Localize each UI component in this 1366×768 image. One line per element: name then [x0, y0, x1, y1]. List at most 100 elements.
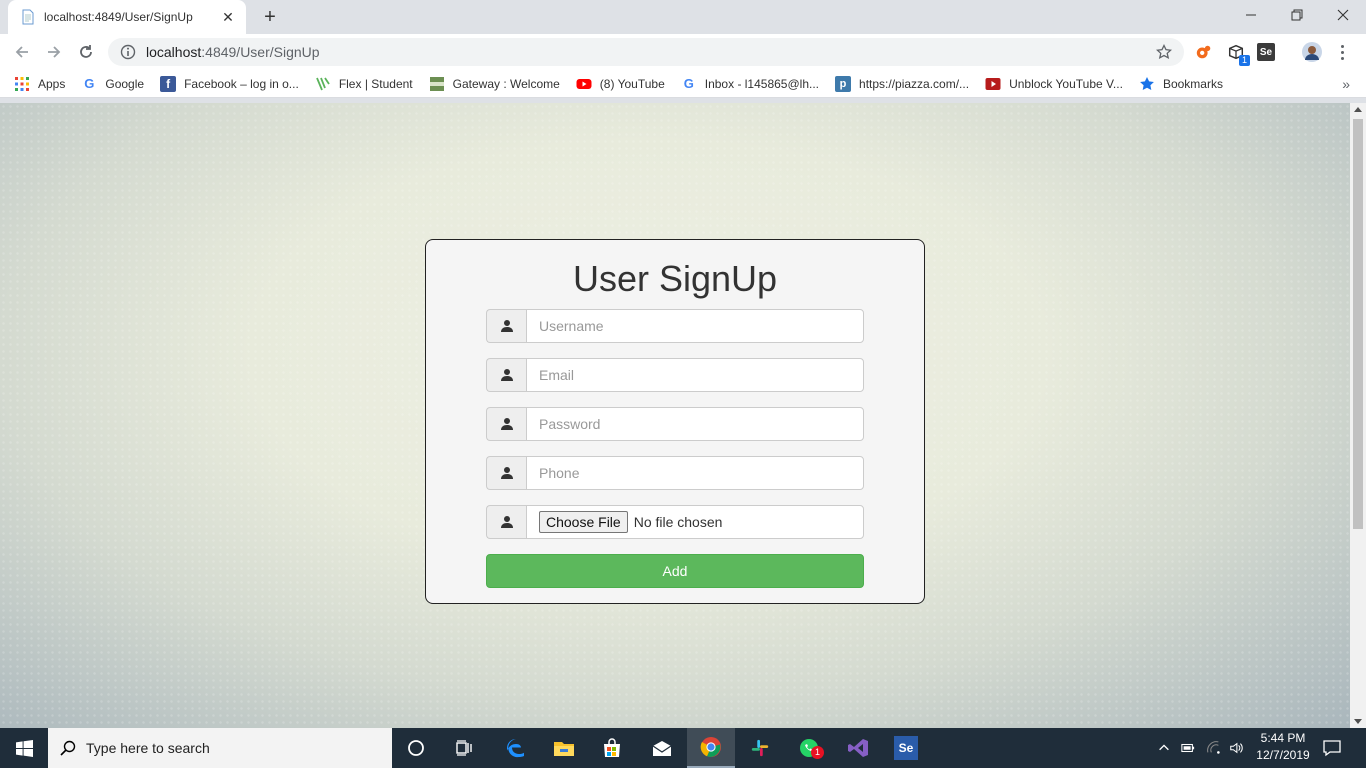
mail-icon[interactable] — [638, 728, 686, 768]
bookmark-apps[interactable]: Apps — [14, 72, 65, 96]
browser-toolbar: localhost:4849/User/SignUp 1 Se — [0, 34, 1366, 70]
google-icon: G — [84, 76, 95, 91]
selenium-extension-icon[interactable]: Se — [1256, 42, 1276, 62]
user-icon — [486, 456, 526, 490]
password-input[interactable] — [526, 407, 864, 441]
volume-icon[interactable] — [1228, 740, 1244, 756]
extension-badge: 1 — [1238, 55, 1250, 66]
more-bookmarks-icon[interactable]: » — [1342, 76, 1350, 92]
scroll-up-icon[interactable] — [1354, 107, 1362, 112]
password-group — [486, 407, 864, 441]
bookmark-label: Flex | Student — [338, 76, 413, 91]
bookmark-google[interactable]: G Google — [81, 72, 144, 96]
add-button[interactable]: Add — [486, 554, 864, 588]
search-placeholder: Type here to search — [86, 740, 210, 756]
selenium-label: Se — [1257, 43, 1275, 61]
selenium-ide-icon[interactable]: Se — [882, 728, 930, 768]
choose-file-button[interactable]: Choose File — [539, 511, 628, 533]
username-input[interactable] — [526, 309, 864, 343]
star-icon — [1140, 76, 1154, 90]
page-scrollbar[interactable] — [1350, 103, 1366, 728]
url-path: :4849/User/SignUp — [201, 44, 320, 60]
chrome-taskbar-icon[interactable] — [687, 728, 735, 768]
chrome-menu-icon[interactable] — [1334, 42, 1350, 62]
bookmark-facebook[interactable]: f Facebook – log in o... — [160, 72, 299, 96]
user-icon — [486, 505, 526, 539]
bookmarks-folder[interactable]: Bookmarks — [1139, 72, 1223, 96]
username-group — [486, 309, 864, 343]
bookmark-flex[interactable]: Flex | Student — [315, 72, 413, 96]
new-tab-icon[interactable]: + — [258, 5, 282, 29]
email-input[interactable] — [526, 358, 864, 392]
wifi-icon[interactable] — [1206, 740, 1222, 756]
slack-icon[interactable] — [736, 728, 784, 768]
cortana-icon[interactable] — [392, 728, 440, 768]
windows-start-icon[interactable] — [0, 728, 48, 768]
extension-orange-icon[interactable] — [1194, 42, 1214, 62]
scroll-down-icon[interactable] — [1354, 719, 1362, 724]
address-bar[interactable]: localhost:4849/User/SignUp — [108, 38, 1184, 66]
bookmark-gateway[interactable]: Gateway : Welcome — [429, 72, 560, 96]
notification-center-icon[interactable] — [1322, 738, 1342, 758]
tab-title: localhost:4849/User/SignUp — [44, 10, 193, 24]
user-icon — [486, 309, 526, 343]
page-icon — [22, 9, 34, 25]
bookmark-youtube[interactable]: (8) YouTube — [576, 72, 665, 96]
phone-group — [486, 456, 864, 490]
minimize-icon[interactable] — [1228, 0, 1274, 30]
profile-avatar-icon[interactable] — [1302, 42, 1322, 62]
whatsapp-icon[interactable]: 1 — [785, 728, 833, 768]
bookmark-label: Google — [105, 76, 145, 91]
bookmarks-bar: Apps G Google f Facebook – log in o... F… — [0, 70, 1366, 98]
whatsapp-badge: 1 — [811, 746, 824, 759]
edge-icon[interactable] — [492, 728, 540, 768]
selenium-label: Se — [894, 736, 918, 760]
taskbar-clock[interactable]: 5:44 PM 12/7/2019 — [1250, 730, 1316, 766]
scroll-thumb[interactable] — [1353, 119, 1363, 529]
piazza-icon: p — [835, 75, 852, 92]
user-icon — [486, 358, 526, 392]
back-icon[interactable] — [10, 40, 34, 64]
google-icon: G — [683, 76, 694, 91]
extension-box-icon[interactable]: 1 — [1226, 42, 1250, 66]
bookmark-label: https://piazza.com/... — [859, 76, 970, 91]
task-view-icon[interactable] — [440, 728, 488, 768]
phone-input[interactable] — [526, 456, 864, 490]
browser-tab[interactable]: localhost:4849/User/SignUp ✕ — [8, 0, 246, 34]
youtube-icon — [576, 78, 592, 89]
tray-chevron-up-icon[interactable] — [1156, 740, 1172, 756]
bookmark-label: Facebook – log in o... — [184, 76, 299, 91]
tab-strip: localhost:4849/User/SignUp ✕ + — [0, 0, 1366, 34]
page-viewport: User SignUp Username Email Phone Choose … — [0, 103, 1350, 728]
bookmark-label: (8) YouTube — [599, 76, 665, 91]
visual-studio-icon[interactable] — [834, 728, 882, 768]
site-info-icon[interactable] — [120, 44, 136, 60]
taskbar-search[interactable]: Type here to search — [48, 728, 392, 768]
file-explorer-icon[interactable] — [540, 728, 588, 768]
youtube-icon — [985, 77, 1001, 90]
close-window-icon[interactable] — [1320, 0, 1366, 30]
bookmark-star-icon[interactable] — [1156, 44, 1172, 60]
bookmark-label: Inbox - l145865@lh... — [704, 76, 820, 91]
windows-taskbar: Type here to search 1 Se 5:44 PM 12/7/20… — [0, 728, 1366, 768]
signup-form: User SignUp Username Email Phone Choose … — [425, 239, 925, 604]
page-title: User SignUp — [572, 258, 778, 299]
bookmark-unblock-youtube[interactable]: Unblock YouTube V... — [985, 72, 1123, 96]
flex-icon — [315, 77, 330, 90]
forward-icon[interactable] — [42, 40, 66, 64]
email-group — [486, 358, 864, 392]
restore-icon[interactable] — [1274, 0, 1320, 30]
gateway-icon — [429, 76, 444, 91]
file-input: Choose File No file chosen — [526, 505, 864, 539]
microsoft-store-icon[interactable] — [588, 728, 636, 768]
reload-icon[interactable] — [74, 40, 98, 64]
bookmark-inbox[interactable]: G Inbox - l145865@lh... — [681, 72, 819, 96]
bookmark-label: Bookmarks — [1162, 76, 1223, 91]
file-group: Choose File No file chosen — [486, 505, 864, 539]
file-status: No file chosen — [633, 514, 723, 530]
close-tab-icon[interactable]: ✕ — [220, 9, 236, 25]
user-icon — [486, 407, 526, 441]
battery-icon[interactable] — [1180, 740, 1196, 756]
bookmark-label: Gateway : Welcome — [452, 76, 560, 91]
bookmark-piazza[interactable]: p https://piazza.com/... — [835, 72, 969, 96]
